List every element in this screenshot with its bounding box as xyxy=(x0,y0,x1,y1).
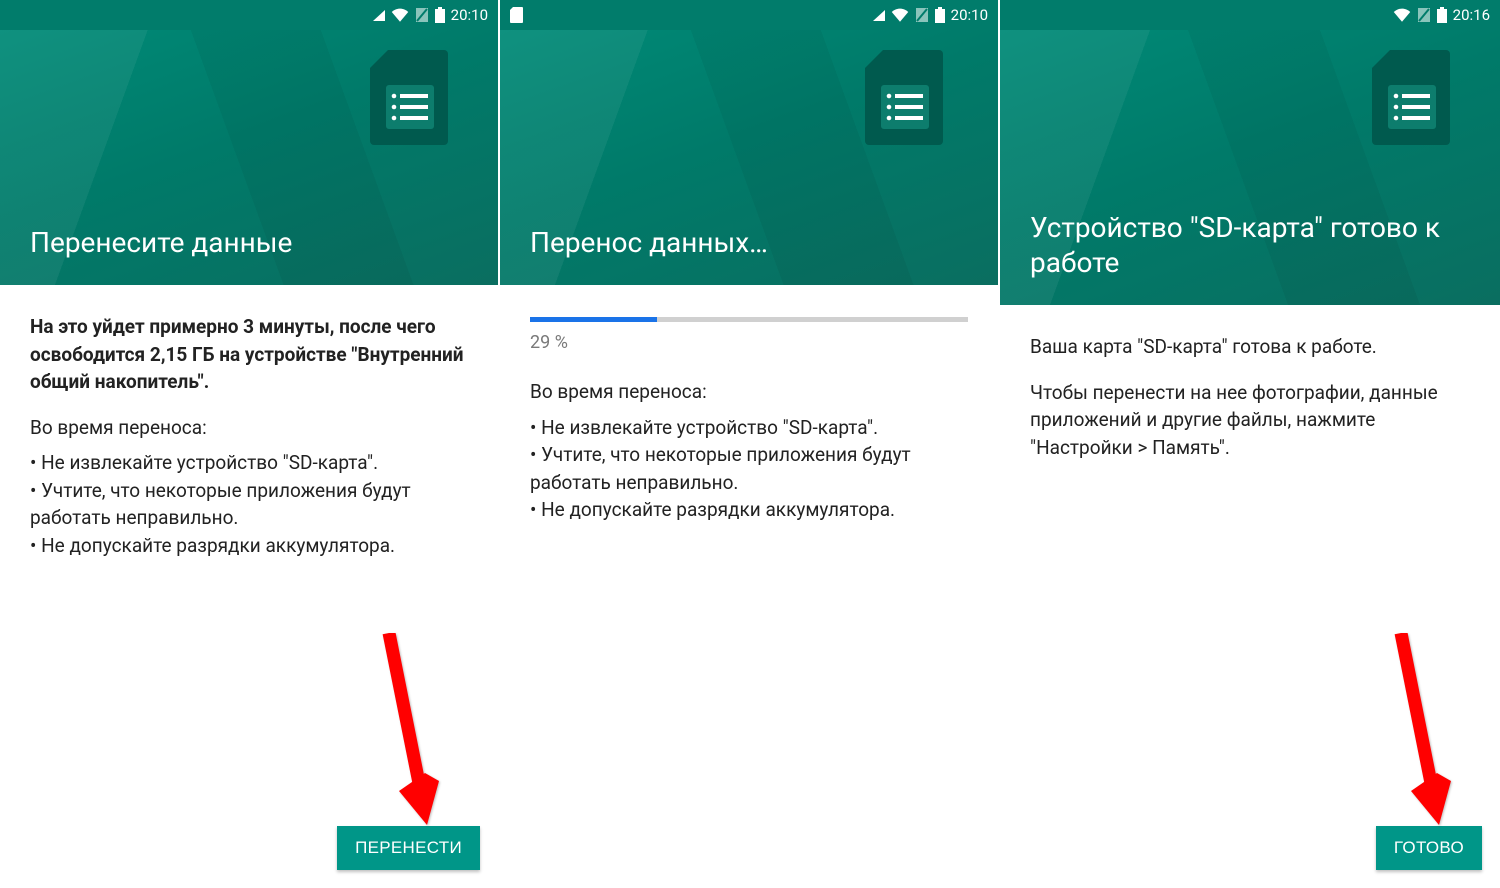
bullet-item: • Не допускайте разрядки аккумулятора. xyxy=(30,532,468,560)
status-bar: 20:10 xyxy=(0,0,498,30)
signal-icon xyxy=(873,10,885,21)
signal-icon xyxy=(373,10,385,21)
battery-icon xyxy=(935,7,945,23)
status-time: 20:10 xyxy=(951,6,988,24)
done-line-2: Чтобы перенести на нее фотографии, данны… xyxy=(1030,379,1470,462)
bullet-item: • Не допускайте разрядки аккумулятора. xyxy=(530,496,968,524)
screen-transfer-prompt: 20:10 Перенесите данные На это уйдет при… xyxy=(0,0,500,888)
wifi-icon xyxy=(391,8,409,22)
header: Перенесите данные xyxy=(0,30,498,285)
summary-text: На это уйдет примерно 3 минуты, после че… xyxy=(30,313,468,396)
content-area: 29 % Во время переноса: • Не извлекайте … xyxy=(500,285,998,888)
wifi-icon xyxy=(891,8,909,22)
progress-bar: 29 % xyxy=(530,317,968,356)
status-bar: 20:16 xyxy=(1000,0,1500,30)
battery-icon xyxy=(435,7,445,23)
bullet-item: • Учтите, что некоторые приложения будут… xyxy=(530,441,968,496)
page-title: Перенос данных… xyxy=(530,225,968,260)
transfer-button[interactable]: ПЕРЕНЕСТИ xyxy=(337,826,480,870)
do-not-disturb-icon xyxy=(915,7,929,23)
sd-card-icon xyxy=(370,50,448,149)
done-line-1: Ваша карта "SD-карта" готова к работе. xyxy=(1030,333,1470,361)
during-heading: Во время переноса: xyxy=(30,414,468,442)
content-area: На это уйдет примерно 3 минуты, после че… xyxy=(0,285,498,888)
status-time: 20:10 xyxy=(451,6,488,24)
wifi-icon xyxy=(1393,8,1411,22)
page-title: Перенесите данные xyxy=(30,225,468,260)
header: Перенос данных… xyxy=(500,30,998,285)
status-bar: 20:10 xyxy=(500,0,998,30)
progress-percent-label: 29 % xyxy=(530,330,968,356)
battery-icon xyxy=(1437,7,1447,23)
done-button[interactable]: ГОТОВО xyxy=(1376,826,1482,870)
sd-card-icon xyxy=(865,50,943,149)
do-not-disturb-icon xyxy=(1417,7,1431,23)
during-heading: Во время переноса: xyxy=(530,378,968,406)
sd-notification-icon xyxy=(510,7,523,23)
bullet-item: • Учтите, что некоторые приложения будут… xyxy=(30,477,468,532)
bullet-item: • Не извлекайте устройство "SD-карта". xyxy=(30,449,468,477)
screen-transfer-done: 20:16 Устройство "SD-карта" готово к раб… xyxy=(1000,0,1500,888)
do-not-disturb-icon xyxy=(415,7,429,23)
screen-transfer-progress: 20:10 Перенос данных… 29 % Во время пере… xyxy=(500,0,1000,888)
page-title: Устройство "SD-карта" готово к работе xyxy=(1030,210,1470,280)
sd-card-icon xyxy=(1372,50,1450,149)
status-time: 20:16 xyxy=(1453,6,1490,24)
header: Устройство "SD-карта" готово к работе xyxy=(1000,30,1500,305)
bullet-item: • Не извлекайте устройство "SD-карта". xyxy=(530,414,968,442)
content-area: Ваша карта "SD-карта" готова к работе. Ч… xyxy=(1000,305,1500,888)
